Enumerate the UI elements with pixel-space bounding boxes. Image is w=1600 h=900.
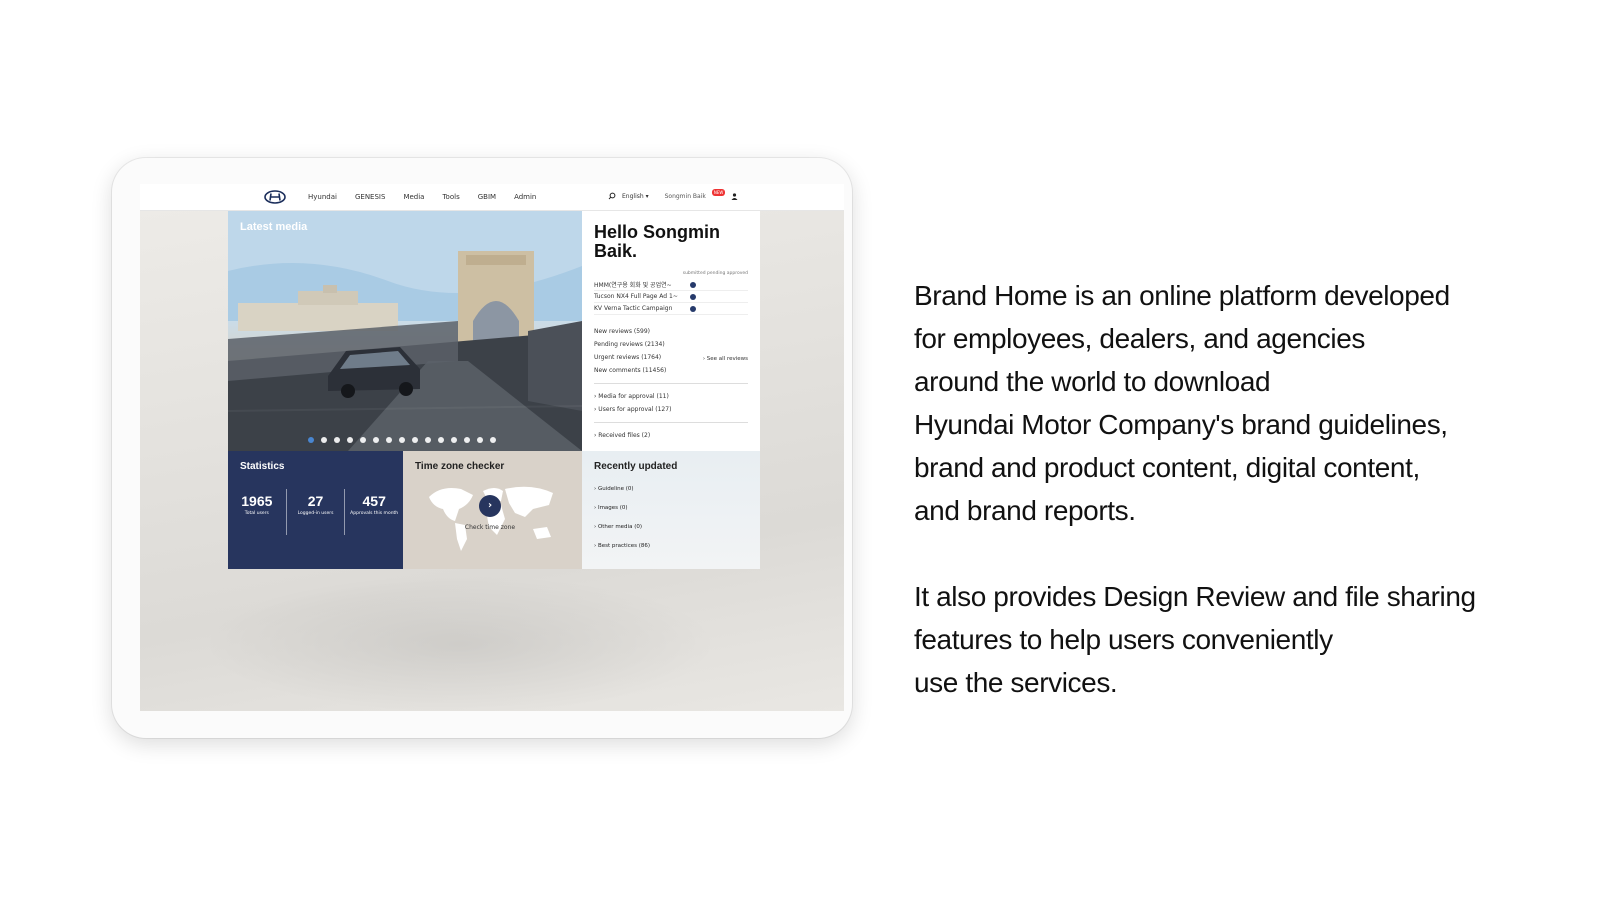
stat-approvals: 457 Approvals this month	[345, 489, 403, 535]
submission-row[interactable]: KV Verna Tactic Campaign	[594, 303, 748, 315]
carousel-dot[interactable]	[412, 437, 418, 443]
submission-row[interactable]: HMM(연구용 회화 및 공업연~	[594, 279, 748, 291]
media-approval-link[interactable]: › Media for approval (11)	[594, 390, 748, 403]
divider	[594, 422, 748, 423]
carousel-dot[interactable]	[425, 437, 431, 443]
submission-title: KV Verna Tactic Campaign	[594, 305, 673, 312]
carousel-dots	[308, 437, 496, 443]
recent-item-guideline[interactable]: › Guideline (0)	[594, 480, 748, 499]
new-comments[interactable]: New comments (11456)	[594, 364, 748, 377]
recent-item-best-practices[interactable]: › Best practices (86)	[594, 537, 748, 556]
status-dot	[690, 281, 696, 288]
submission-title: Tucson NX4 Full Page Ad 1~	[594, 293, 678, 300]
submission-title: HMM(연구용 회화 및 공업연~	[594, 282, 672, 289]
status-legend: submitted pending approved	[682, 271, 748, 276]
stat-value: 1965	[241, 493, 273, 509]
status-dot	[690, 305, 696, 312]
statistics-title: Statistics	[240, 461, 285, 472]
description-text: Brand Home is an online platform develop…	[914, 274, 1554, 704]
user-icon[interactable]	[731, 192, 738, 200]
carousel-dot[interactable]	[386, 437, 392, 443]
language-label: English	[622, 192, 644, 200]
nav-item-gbim[interactable]: GBIM	[478, 193, 496, 201]
hyundai-logo-icon[interactable]	[264, 190, 286, 204]
submission-row[interactable]: Tucson NX4 Full Page Ad 1~	[594, 291, 748, 303]
world-map-icon	[429, 486, 553, 551]
recently-updated-card: Recently updated › Guideline (0) › Image…	[582, 451, 760, 569]
status-dot	[690, 293, 696, 300]
welcome-panel: Hello Songmin Baik. submitted pending ap…	[582, 211, 760, 451]
stat-value: 457	[362, 493, 386, 509]
stat-label: Logged-in users	[297, 511, 334, 516]
timezone-checker-card: Time zone checker › Check time zone	[403, 451, 582, 569]
timezone-title: Time zone checker	[415, 461, 505, 472]
user-name[interactable]: Songmin Baik	[665, 193, 706, 200]
tablet-screen: Hyundai GENESIS Media Tools GBIM Admin E…	[140, 184, 844, 711]
stat-logged-in-users: 27 Logged-in users	[287, 489, 346, 535]
latest-media-hero[interactable]: Latest media	[228, 211, 582, 451]
users-approval-link[interactable]: › Users for approval (127)	[594, 403, 748, 416]
statistics-values: 1965 Total users 27 Logged-in users 457 …	[228, 489, 403, 535]
carousel-dot[interactable]	[464, 437, 470, 443]
nav-item-tools[interactable]: Tools	[442, 193, 459, 201]
latest-media-label: Latest media	[240, 221, 308, 233]
carousel-dot[interactable]	[373, 437, 379, 443]
check-timezone-label: Check time zone	[464, 524, 516, 531]
carousel-dot[interactable]	[360, 437, 366, 443]
recent-title: Recently updated	[594, 461, 678, 472]
stat-label: Total users	[244, 511, 269, 516]
recent-list: › Guideline (0) › Images (0) › Other med…	[594, 480, 748, 556]
check-timezone-button[interactable]: ›	[479, 495, 501, 517]
carousel-dot[interactable]	[334, 437, 340, 443]
carousel-dot[interactable]	[321, 437, 327, 443]
divider	[594, 383, 748, 384]
bridge-car-photo	[228, 211, 582, 451]
recent-item-images[interactable]: › Images (0)	[594, 499, 748, 518]
carousel-dot[interactable]	[438, 437, 444, 443]
stat-label: Approvals this month	[350, 511, 399, 516]
nav-item-media[interactable]: Media	[403, 193, 424, 201]
carousel-dot[interactable]	[347, 437, 353, 443]
review-counts: New reviews (599) Pending reviews (2134)…	[594, 325, 748, 377]
carousel-dot[interactable]	[490, 437, 496, 443]
carousel-dot[interactable]	[451, 437, 457, 443]
nav-item-genesis[interactable]: GENESIS	[355, 193, 385, 201]
recent-item-other-media[interactable]: › Other media (0)	[594, 518, 748, 537]
stat-total-users: 1965 Total users	[228, 489, 287, 535]
main-nav: Hyundai GENESIS Media Tools GBIM Admin	[308, 193, 554, 201]
carousel-dot[interactable]	[477, 437, 483, 443]
see-all-reviews-link[interactable]: › See all reviews	[703, 356, 748, 362]
statistics-card: Statistics 1965 Total users 27 Logged-in…	[228, 451, 403, 569]
nav-item-admin[interactable]: Admin	[514, 193, 536, 201]
greeting-heading: Hello Songmin Baik.	[594, 222, 720, 261]
pending-reviews[interactable]: Pending reviews (2134)	[594, 338, 748, 351]
stat-value: 27	[307, 493, 324, 509]
header-utilities: English ▾ Songmin Baik NEW	[608, 188, 738, 200]
nav-item-hyundai[interactable]: Hyundai	[308, 193, 337, 201]
received-files-link[interactable]: › Received files (2)	[594, 429, 748, 442]
carousel-dot[interactable]	[399, 437, 405, 443]
new-reviews[interactable]: New reviews (599)	[594, 325, 748, 338]
description-paragraph-2: It also provides Design Review and file …	[914, 581, 1476, 698]
search-icon[interactable]	[608, 192, 616, 200]
carousel-dot[interactable]	[308, 437, 314, 443]
new-badge: NEW	[711, 188, 726, 196]
top-nav-bar: Hyundai GENESIS Media Tools GBIM Admin E…	[140, 184, 844, 211]
language-select[interactable]: English ▾	[622, 193, 649, 200]
description-paragraph-1: Brand Home is an online platform develop…	[914, 280, 1450, 526]
